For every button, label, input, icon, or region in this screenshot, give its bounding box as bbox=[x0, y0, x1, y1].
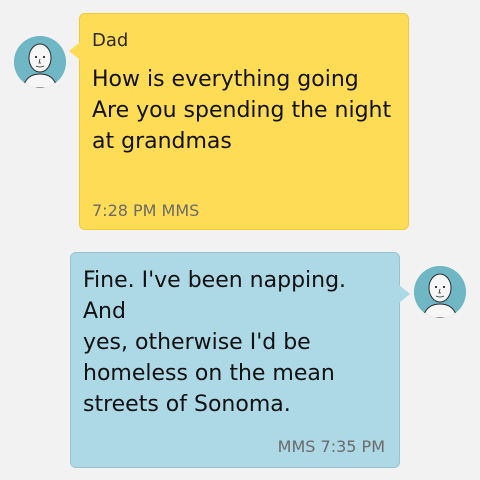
outgoing-message-bubble[interactable]: Fine. I've been napping. And yes, otherw… bbox=[70, 252, 410, 468]
sender-name: Dad bbox=[92, 30, 129, 51]
bubble-tail bbox=[69, 42, 80, 60]
dad-avatar-icon[interactable] bbox=[14, 36, 66, 88]
message-text: How is everything going Are you spending… bbox=[92, 67, 392, 154]
message-timestamp: 7:28 PM MMS bbox=[92, 201, 200, 220]
self-avatar-icon[interactable] bbox=[414, 266, 466, 318]
message-text: Fine. I've been napping. And yes, otherw… bbox=[83, 268, 347, 417]
bubble-tail bbox=[399, 285, 410, 303]
incoming-message-bubble[interactable]: Dad How is everything going Are you spen… bbox=[69, 13, 409, 230]
message-timestamp: MMS 7:35 PM bbox=[277, 437, 385, 456]
